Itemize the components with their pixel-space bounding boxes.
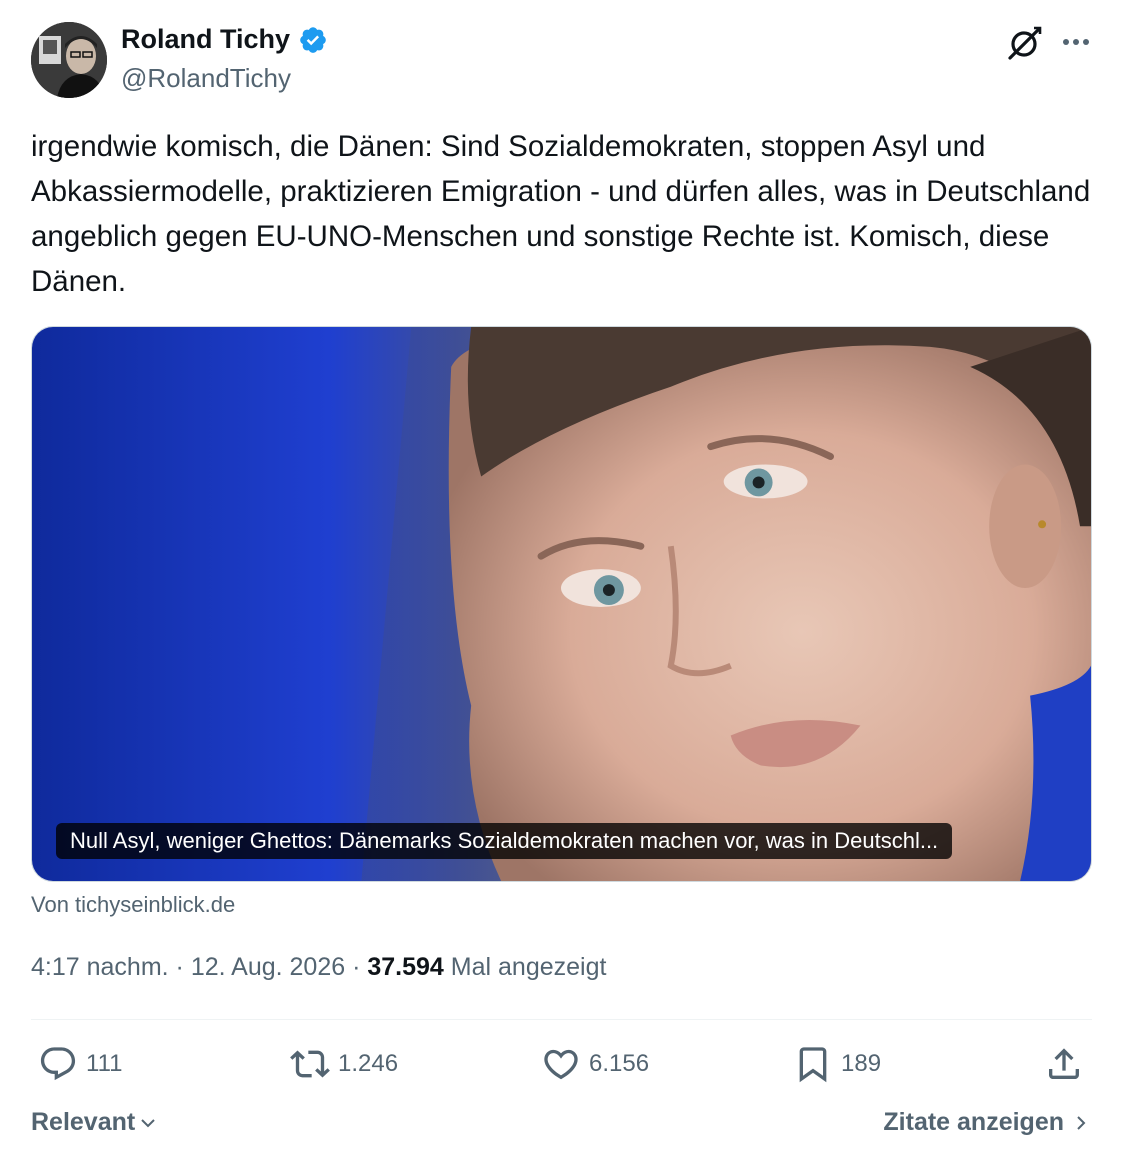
divider <box>31 1019 1092 1020</box>
meta-separator: · <box>175 953 184 981</box>
like-icon <box>544 1049 578 1080</box>
share-button[interactable] <box>1044 1042 1084 1086</box>
reply-count: 111 <box>86 1050 123 1077</box>
author-handle[interactable]: @RolandTichy <box>121 63 291 94</box>
verified-badge-icon <box>300 26 326 53</box>
link-card-image <box>32 327 1091 881</box>
bookmark-icon <box>799 1047 827 1083</box>
link-card-caption: Null Asyl, weniger Ghettos: Dänemarks So… <box>56 823 953 859</box>
chevron-down-icon <box>141 1118 155 1127</box>
views-count: 37.594 <box>367 953 444 981</box>
view-quotes-link[interactable]: Zitate anzeigen <box>883 1108 1090 1137</box>
reply-icon <box>40 1047 76 1081</box>
bookmark-button[interactable]: 189 <box>793 1042 881 1086</box>
reply-button[interactable]: 111 <box>38 1042 122 1086</box>
sort-label: Relevant <box>31 1108 136 1136</box>
tweet-time[interactable]: 4:17 nachm. <box>31 953 169 981</box>
meta-separator: · <box>352 953 361 981</box>
tweet-meta: 4:17 nachm. · 12. Aug. 2026 · 37.594 Mal… <box>31 953 606 982</box>
link-card[interactable]: Null Asyl, weniger Ghettos: Dänemarks So… <box>31 326 1092 882</box>
avatar[interactable] <box>31 22 107 98</box>
more-icon[interactable] <box>1058 26 1094 58</box>
views-label: Mal angezeigt <box>450 953 607 981</box>
author-name-text[interactable]: Roland Tichy <box>121 24 290 55</box>
share-icon <box>1049 1048 1079 1079</box>
tweet-date[interactable]: 12. Aug. 2026 <box>191 953 345 981</box>
repost-icon <box>290 1050 330 1078</box>
repost-count: 1.246 <box>338 1050 399 1077</box>
like-button[interactable]: 6.156 <box>541 1042 649 1086</box>
tweet-text: irgendwie komisch, die Dänen: Sind Sozia… <box>31 130 1091 298</box>
quotes-label: Zitate anzeigen <box>883 1108 1064 1136</box>
sort-dropdown[interactable]: Relevant <box>31 1108 157 1137</box>
grok-icon[interactable] <box>1004 24 1044 64</box>
author-name[interactable]: Roland Tichy <box>121 24 328 55</box>
chevron-right-icon <box>1077 1115 1086 1130</box>
bookmark-count: 189 <box>841 1050 882 1077</box>
link-source[interactable]: Von tichyseinblick.de <box>31 892 235 918</box>
repost-button[interactable]: 1.246 <box>290 1042 398 1086</box>
like-count: 6.156 <box>589 1050 650 1077</box>
